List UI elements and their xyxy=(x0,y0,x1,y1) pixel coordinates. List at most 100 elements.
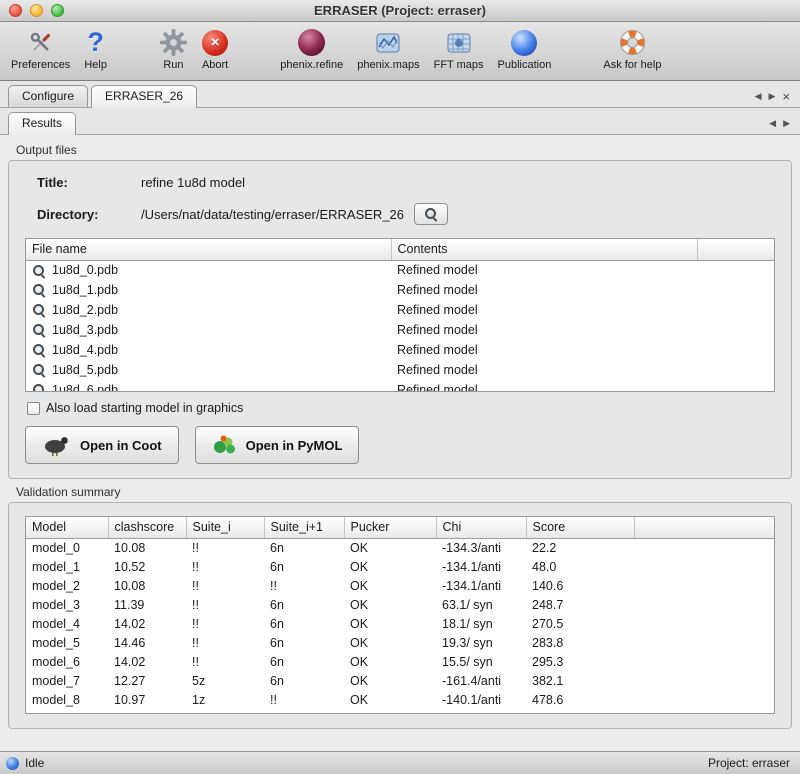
files-header-row: File nameContents xyxy=(26,239,774,260)
toolbar-label-phenix-maps: phenix.maps xyxy=(357,59,419,72)
table-cell: model_8 xyxy=(26,690,108,709)
column-header[interactable]: Score xyxy=(526,517,634,538)
column-header[interactable]: Pucker xyxy=(344,517,436,538)
table-row[interactable]: model_514.46!!6nOK19.3/ syn283.8 xyxy=(26,633,774,652)
toolbar-label-ask-for-help: Ask for help xyxy=(603,59,661,72)
table-cell: Refined model xyxy=(391,360,697,380)
toolbar-phenix-refine-button[interactable]: phenix.refine xyxy=(273,26,350,72)
search-icon xyxy=(32,283,46,297)
table-cell: !! xyxy=(264,690,344,709)
column-header[interactable] xyxy=(634,517,774,538)
checkbox-box[interactable] xyxy=(27,402,40,415)
table-row[interactable]: 1u8d_2.pdbRefined model xyxy=(26,300,774,320)
table-row[interactable]: 1u8d_0.pdbRefined model xyxy=(26,260,774,280)
table-cell: 10.08 xyxy=(108,538,186,557)
table-cell: Refined model xyxy=(391,300,697,320)
titlebar[interactable]: ERRASER (Project: erraser) xyxy=(0,0,800,22)
pymol-icon xyxy=(212,434,238,456)
table-cell: 478.6 xyxy=(526,690,634,709)
table-row[interactable]: model_712.275z6nOK-161.4/anti382.1 xyxy=(26,671,774,690)
checkbox-label: Also load starting model in graphics xyxy=(46,401,243,415)
open-in-coot-button[interactable]: Open in Coot xyxy=(25,426,179,464)
phenix-refine-icon xyxy=(298,26,325,59)
table-cell: 6n xyxy=(264,595,344,614)
tab-scroll-right-icon[interactable]: ▶ xyxy=(768,91,775,102)
toolbar-publication-button[interactable]: Publication xyxy=(491,26,559,72)
sub-tab-scroll-right-icon[interactable]: ▶ xyxy=(783,118,790,129)
output-files-group: Output files Title: refine 1u8d model Di… xyxy=(8,143,792,479)
toolbar-preferences-button[interactable]: Preferences xyxy=(4,26,77,72)
table-row[interactable]: model_414.02!!6nOK18.1/ syn270.5 xyxy=(26,614,774,633)
minimize-button[interactable] xyxy=(30,4,43,17)
column-header[interactable]: Suite_i xyxy=(186,517,264,538)
column-header[interactable]: clashscore xyxy=(108,517,186,538)
table-row[interactable]: model_110.52!!6nOK-134.1/anti48.0 xyxy=(26,557,774,576)
toolbar-run-button[interactable]: Run xyxy=(152,26,195,72)
tab-configure[interactable]: Configure xyxy=(8,85,88,107)
table-cell: -134.1/anti xyxy=(436,557,526,576)
table-cell xyxy=(634,557,774,576)
table-row[interactable]: 1u8d_3.pdbRefined model xyxy=(26,320,774,340)
title-field-label: Title: xyxy=(37,175,141,190)
table-cell: 6n xyxy=(264,614,344,633)
toolbar-fft-maps-button[interactable]: FFT maps xyxy=(427,26,491,72)
table-row[interactable]: 1u8d_6.pdbRefined model xyxy=(26,380,774,392)
browse-directory-button[interactable] xyxy=(414,203,448,225)
search-icon xyxy=(32,264,46,278)
close-button[interactable] xyxy=(9,4,22,17)
table-cell: 22.2 xyxy=(526,538,634,557)
table-cell: model_1 xyxy=(26,557,108,576)
pymol-button-label: Open in PyMOL xyxy=(246,438,343,453)
column-header[interactable]: Contents xyxy=(391,239,697,260)
table-cell: !! xyxy=(186,614,264,633)
table-row[interactable]: model_210.08!!!!OK-134.1/anti140.6 xyxy=(26,576,774,595)
table-cell: !! xyxy=(186,595,264,614)
table-cell: Refined model xyxy=(391,320,697,340)
zoom-button[interactable] xyxy=(51,4,64,17)
table-cell: 140.6 xyxy=(526,576,634,595)
table-cell: 1u8d_3.pdb xyxy=(26,320,391,340)
toolbar-ask-for-help-button[interactable]: Ask for help xyxy=(596,26,668,72)
table-row[interactable]: 1u8d_4.pdbRefined model xyxy=(26,340,774,360)
sub-tab-bar: Results ◀ ▶ xyxy=(0,108,800,135)
table-cell: 382.1 xyxy=(526,671,634,690)
table-cell: 15.5/ syn xyxy=(436,652,526,671)
help-icon xyxy=(87,26,104,59)
table-row[interactable]: 1u8d_1.pdbRefined model xyxy=(26,280,774,300)
table-cell xyxy=(697,380,774,392)
output-files-group-label: Output files xyxy=(16,143,792,157)
table-row[interactable]: model_614.02!!6nOK15.5/ syn295.3 xyxy=(26,652,774,671)
tab-scroll-left-icon[interactable]: ◀ xyxy=(755,91,762,102)
tab-erraser-26[interactable]: ERRASER_26 xyxy=(91,85,197,108)
tab-results[interactable]: Results xyxy=(8,112,76,135)
table-row[interactable]: model_010.08!!6nOK-134.3/anti22.2 xyxy=(26,538,774,557)
column-header[interactable] xyxy=(697,239,774,260)
toolbar-help-button[interactable]: Help xyxy=(77,26,114,72)
table-row[interactable]: model_810.971z!!OK-140.1/anti478.6 xyxy=(26,690,774,709)
load-starting-model-checkbox[interactable]: Also load starting model in graphics xyxy=(27,401,775,415)
table-cell: 6n xyxy=(264,557,344,576)
toolbar-label-phenix-refine: phenix.refine xyxy=(280,59,343,72)
toolbar-phenix-maps-button[interactable]: phenix.maps xyxy=(350,26,426,72)
column-header[interactable]: Model xyxy=(26,517,108,538)
table-cell xyxy=(634,690,774,709)
search-icon xyxy=(424,207,438,221)
table-cell: OK xyxy=(344,652,436,671)
table-row[interactable]: 1u8d_5.pdbRefined model xyxy=(26,360,774,380)
table-row[interactable]: model_311.39!!6nOK63.1/ syn248.7 xyxy=(26,595,774,614)
table-cell xyxy=(697,260,774,280)
abort-icon xyxy=(202,26,228,59)
column-header[interactable]: File name xyxy=(26,239,391,260)
column-header[interactable]: Chi xyxy=(436,517,526,538)
table-row[interactable]: start_min10.08!!6nOK-134.3/anti0.0 xyxy=(26,709,774,714)
column-header[interactable]: Suite_i+1 xyxy=(264,517,344,538)
status-sphere-icon xyxy=(6,757,19,770)
table-cell: !! xyxy=(186,633,264,652)
table-cell: 1u8d_0.pdb xyxy=(26,260,391,280)
tab-close-icon[interactable]: × xyxy=(782,92,790,101)
toolbar-abort-button[interactable]: Abort xyxy=(195,26,235,72)
life-ring-icon xyxy=(620,26,645,59)
sub-tab-scroll-left-icon[interactable]: ◀ xyxy=(769,118,776,129)
table-cell: model_0 xyxy=(26,538,108,557)
open-in-pymol-button[interactable]: Open in PyMOL xyxy=(195,426,360,464)
